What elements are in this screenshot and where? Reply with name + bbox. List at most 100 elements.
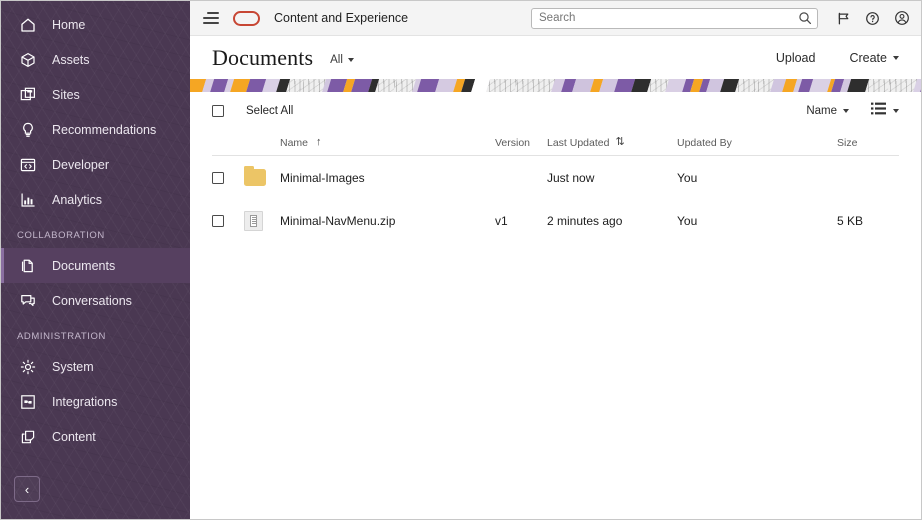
- row-name-cell[interactable]: Minimal-NavMenu.zip: [280, 214, 495, 228]
- folder-icon: [244, 165, 266, 186]
- view-mode-dropdown[interactable]: [871, 102, 899, 120]
- row-name-cell[interactable]: Minimal-Images: [280, 171, 495, 185]
- list-view-icon: [871, 102, 886, 120]
- sidebar-item-sites[interactable]: Sites: [1, 77, 190, 112]
- oracle-logo: [233, 10, 260, 26]
- chevron-down-icon: [843, 109, 849, 113]
- sidebar-item-label: Content: [52, 429, 96, 444]
- sidebar-item-developer[interactable]: Developer: [1, 147, 190, 182]
- table-row[interactable]: Minimal-NavMenu.zip v1 2 minutes ago You…: [212, 199, 899, 242]
- filter-dropdown-label: All: [330, 53, 343, 66]
- bar-chart-icon: [17, 189, 39, 211]
- sidebar-item-documents[interactable]: Documents: [1, 248, 190, 283]
- table-header-row: Name ↑ Version Last Updated ⇅ Updated By…: [212, 130, 899, 156]
- page-title: Documents: [212, 44, 314, 70]
- chevron-down-icon: [893, 109, 899, 113]
- row-updated-by-cell: You: [677, 170, 698, 185]
- row-last-updated-cell: Just now: [547, 170, 595, 185]
- column-header-size[interactable]: Size: [837, 136, 921, 149]
- chevron-left-icon: ‹: [24, 481, 30, 497]
- select-all-label[interactable]: Select All: [246, 105, 293, 117]
- zip-file-icon: [244, 210, 263, 231]
- column-header-updated-by[interactable]: Updated By: [677, 137, 837, 149]
- topbar-icon-group: [836, 10, 910, 26]
- sidebar-item-label: Documents: [52, 258, 116, 273]
- row-checkbox[interactable]: [212, 171, 224, 184]
- integrations-icon: [17, 391, 39, 413]
- sort-dropdown[interactable]: Name: [806, 105, 849, 117]
- table-row[interactable]: Minimal-Images Just now You: [212, 156, 899, 199]
- app-title: Content and Experience: [274, 11, 409, 25]
- documents-icon: [17, 255, 39, 277]
- main-content: Content and Experience Search Documents …: [190, 1, 921, 519]
- row-last-updated-cell: 2 minutes ago: [547, 213, 623, 228]
- documents-table: Name ↑ Version Last Updated ⇅ Updated By…: [190, 130, 921, 242]
- sidebar-item-integrations[interactable]: Integrations: [1, 384, 190, 419]
- conversations-icon: [17, 290, 39, 312]
- row-checkbox-cell: [212, 214, 244, 227]
- sidebar-item-conversations[interactable]: Conversations: [1, 283, 190, 318]
- sidebar-item-label: Recommendations: [52, 122, 157, 137]
- toolbar-right-group: Name: [806, 102, 899, 120]
- row-checkbox-cell: [212, 171, 244, 184]
- column-header-name-label: Name: [280, 136, 309, 149]
- cube-icon: [17, 49, 39, 71]
- column-header-size-label: Size: [837, 136, 858, 149]
- sidebar-item-system[interactable]: System: [1, 349, 190, 384]
- help-circle-icon[interactable]: [865, 11, 880, 26]
- filter-dropdown[interactable]: All: [330, 50, 354, 66]
- create-button-label: Create: [849, 50, 887, 65]
- page-title-row: Documents All Upload Create: [190, 36, 921, 79]
- row-icon-cell: [244, 210, 280, 231]
- gear-icon: [17, 356, 39, 378]
- sidebar-item-assets[interactable]: Assets: [1, 42, 190, 77]
- row-updated-by-cell: You: [677, 213, 698, 228]
- sidebar-nav-primary: Home Assets Sites Recommendations Develo…: [1, 1, 190, 454]
- content-copy-icon: [17, 426, 39, 448]
- upload-button-label: Upload: [775, 50, 816, 65]
- sidebar-item-label: Analytics: [52, 192, 103, 207]
- lightbulb-icon: [17, 119, 39, 141]
- home-icon: [17, 14, 39, 36]
- flag-icon[interactable]: [836, 11, 851, 26]
- create-button[interactable]: Create: [849, 51, 899, 65]
- sort-toggle-icon: ⇅: [615, 136, 625, 148]
- sidebar-collapse-button[interactable]: ‹: [14, 476, 40, 502]
- sidebar-section-administration-label: ADMINISTRATION: [17, 331, 106, 342]
- zipper-glyph: [250, 214, 257, 227]
- sidebar-section-collaboration-label: COLLABORATION: [17, 230, 105, 241]
- column-header-updated-by-label: Updated By: [677, 136, 732, 149]
- chevron-down-icon: [893, 55, 899, 60]
- code-window-icon: [17, 154, 39, 176]
- sidebar-item-label: System: [52, 359, 94, 374]
- row-icon-cell: [244, 165, 280, 186]
- row-checkbox[interactable]: [212, 214, 224, 227]
- column-header-version[interactable]: Version: [495, 137, 547, 149]
- sidebar-item-home[interactable]: Home: [1, 7, 190, 42]
- row-size-cell: 5 KB: [837, 213, 864, 228]
- upload-button[interactable]: Upload: [776, 51, 816, 65]
- sidebar-item-label: Sites: [52, 87, 80, 102]
- sort-dropdown-label: Name: [806, 105, 837, 117]
- page-actions: Upload Create: [776, 51, 899, 65]
- sidebar-item-content[interactable]: Content: [1, 419, 190, 454]
- column-header-version-label: Version: [495, 136, 531, 149]
- sidebar-item-recommendations[interactable]: Recommendations: [1, 112, 190, 147]
- decorative-banner: [190, 79, 921, 92]
- sites-icon: [17, 84, 39, 106]
- chevron-down-icon: [347, 57, 354, 62]
- column-header-last-updated[interactable]: Last Updated ⇅: [547, 137, 677, 149]
- hamburger-icon[interactable]: [203, 12, 219, 24]
- search-container: [531, 7, 818, 29]
- user-account-icon[interactable]: [894, 10, 910, 26]
- sort-ascending-icon: ↑: [316, 136, 322, 148]
- sidebar-item-label: Assets: [52, 52, 90, 67]
- column-header-name[interactable]: Name ↑: [280, 137, 495, 149]
- column-header-last-updated-label: Last Updated: [547, 136, 610, 149]
- sidebar-item-analytics[interactable]: Analytics: [1, 182, 190, 217]
- top-bar: Content and Experience: [190, 1, 921, 36]
- sidebar-item-label: Home: [52, 17, 86, 32]
- select-all-checkbox[interactable]: [212, 105, 224, 117]
- search-input[interactable]: [531, 7, 818, 29]
- sidebar-item-label: Developer: [52, 157, 109, 172]
